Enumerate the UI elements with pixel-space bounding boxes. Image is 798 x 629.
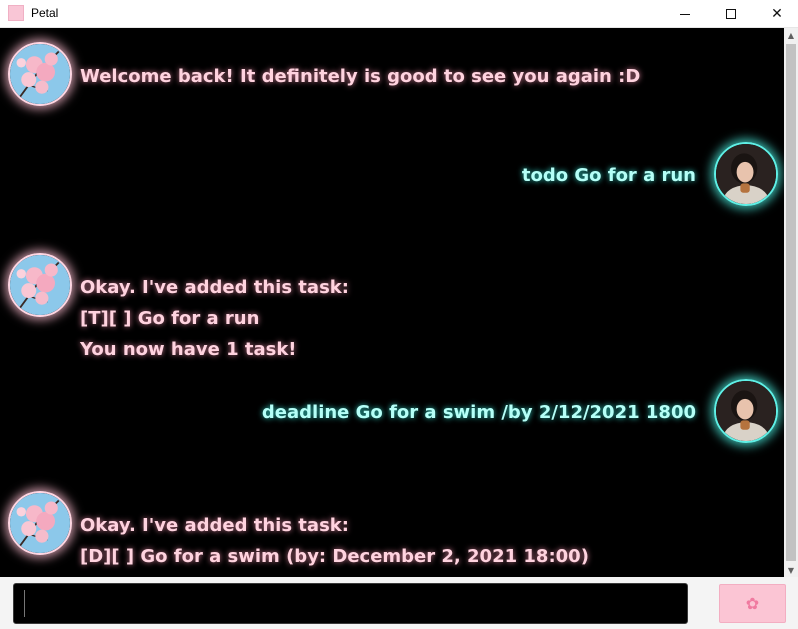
user-photo-avatar bbox=[716, 381, 776, 441]
minimize-icon bbox=[680, 13, 690, 15]
user-avatar bbox=[714, 379, 778, 443]
message-line: deadline Go for a swim /by 2/12/2021 180… bbox=[261, 402, 696, 423]
bot-avatar bbox=[8, 42, 72, 106]
user-avatar bbox=[714, 142, 778, 206]
user-message: deadline Go for a swim /by 2/12/2021 180… bbox=[262, 397, 696, 428]
window-title: Petal bbox=[31, 6, 59, 20]
text-caret bbox=[24, 590, 25, 617]
message-line: You now have 1 task! bbox=[80, 339, 297, 360]
close-icon: ✕ bbox=[771, 6, 783, 22]
bot-message: Okay. I've added this task: [D][ ] Go fo… bbox=[80, 510, 589, 572]
message-line: todo Go for a run bbox=[521, 165, 696, 186]
message-line: [T][ ] Go for a run bbox=[80, 308, 260, 329]
bot-avatar bbox=[8, 253, 72, 317]
user-message: todo Go for a run bbox=[522, 160, 696, 191]
message-input[interactable] bbox=[13, 583, 688, 624]
app-icon bbox=[8, 5, 24, 21]
scroll-up-icon[interactable]: ▲ bbox=[784, 28, 798, 42]
user-photo-avatar bbox=[716, 144, 776, 204]
scroll-down-icon[interactable]: ▼ bbox=[784, 563, 798, 577]
cherry-blossom-avatar bbox=[10, 255, 70, 315]
message-line: Okay. I've added this task: bbox=[80, 277, 349, 298]
cherry-blossom-avatar bbox=[10, 493, 70, 553]
bot-message: Okay. I've added this task: [T][ ] Go fo… bbox=[80, 272, 349, 365]
chat-area: Welcome back! It definitely is good to s… bbox=[0, 28, 784, 577]
bot-avatar bbox=[8, 491, 72, 555]
message-line: Okay. I've added this task: bbox=[80, 515, 349, 536]
maximize-icon bbox=[726, 9, 736, 19]
bot-message: Welcome back! It definitely is good to s… bbox=[80, 61, 640, 92]
close-button[interactable]: ✕ bbox=[754, 0, 798, 28]
cherry-blossom-avatar bbox=[10, 44, 70, 104]
scrollbar-thumb[interactable] bbox=[786, 44, 796, 561]
send-button[interactable]: ✿ bbox=[719, 584, 786, 623]
maximize-button[interactable] bbox=[708, 0, 754, 28]
input-bar: ✿ bbox=[0, 577, 798, 629]
flower-icon: ✿ bbox=[745, 594, 760, 613]
minimize-button[interactable] bbox=[662, 0, 708, 28]
message-line: Welcome back! It definitely is good to s… bbox=[80, 66, 641, 87]
title-bar: Petal ✕ bbox=[0, 0, 798, 28]
message-line: [D][ ] Go for a swim (by: December 2, 20… bbox=[80, 546, 589, 567]
chat-scrollbar[interactable]: ▲ ▼ bbox=[784, 28, 798, 577]
